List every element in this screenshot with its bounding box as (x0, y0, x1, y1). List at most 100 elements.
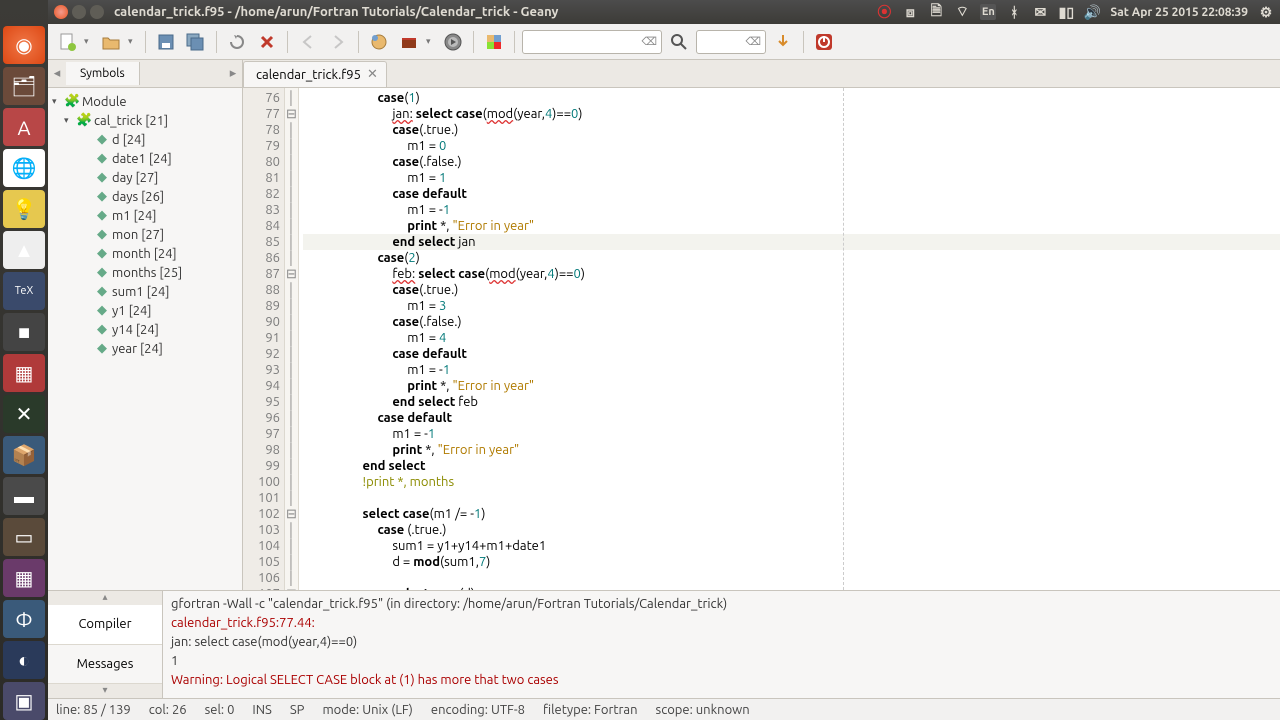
goto-input[interactable]: ⌫ (696, 30, 766, 54)
wifi-icon[interactable]: ⌔ (954, 4, 970, 20)
color-button[interactable] (481, 29, 507, 55)
dropdown-icon[interactable]: ▾ (128, 36, 138, 47)
app-icon-2[interactable]: ▦ (3, 354, 45, 392)
close-tab-icon[interactable]: ✕ (367, 67, 378, 82)
code-editor[interactable]: 7677787980818283848586878889909192939495… (243, 88, 1280, 590)
status-filetype: filetype: Fortran (543, 703, 638, 717)
new-file-button[interactable] (54, 29, 80, 55)
console: ▴ Compiler Messages ▾ gfortran -Wall -c … (48, 590, 1280, 698)
tab-symbols[interactable]: Symbols (66, 62, 140, 85)
app-icon[interactable]: ■ (3, 313, 45, 351)
fold-column[interactable]: │⊟│││││││││⊟││││││││││││││⊟││││⊟ (285, 88, 299, 590)
tree-item[interactable]: ◆m1 [24] (48, 206, 242, 225)
clock[interactable]: Sat Apr 25 2015 22:08:39 (1110, 6, 1248, 19)
tree-item[interactable]: ◆year [24] (48, 339, 242, 358)
status-mode: mode: Unix (LF) (322, 703, 412, 717)
nav-back-button[interactable] (295, 29, 321, 55)
bluetooth-icon[interactable]: ᚼ (1006, 4, 1022, 20)
save-button[interactable] (153, 29, 179, 55)
console-output[interactable]: gfortran -Wall -c "calendar_trick.f95" (… (163, 591, 1280, 698)
tree-module[interactable]: ▾🧩Module (48, 92, 242, 111)
tree-item[interactable]: ◆y1 [24] (48, 301, 242, 320)
clear-icon[interactable]: ⌫ (745, 35, 761, 48)
volume-icon[interactable]: 🔊 (1084, 4, 1100, 20)
open-file-button[interactable] (98, 29, 124, 55)
phi-icon[interactable]: Φ (3, 600, 45, 638)
line-gutter: 7677787980818283848586878889909192939495… (243, 88, 285, 590)
chrome-icon[interactable]: 🌐 (3, 149, 45, 187)
search-input[interactable]: ⌫ (522, 30, 662, 54)
search-button[interactable] (666, 29, 692, 55)
file-tab-label: calendar_trick.f95 (256, 68, 361, 82)
app-icon-6[interactable]: ◐ (3, 641, 45, 679)
reload-button[interactable] (224, 29, 250, 55)
dropdown-icon[interactable]: ▾ (84, 36, 94, 47)
gear-icon[interactable]: ⚙ (1258, 4, 1274, 20)
lang-indicator[interactable]: En (980, 4, 996, 20)
files-icon[interactable]: 🗂 (3, 67, 45, 105)
statusbar: line: 85 / 139 col: 26 sel: 0 INS SP mod… (48, 698, 1280, 720)
status-sp[interactable]: SP (290, 703, 305, 717)
status-enc: encoding: UTF-8 (431, 703, 525, 717)
goto-button[interactable] (770, 29, 796, 55)
close-icon[interactable] (54, 5, 68, 19)
app-icon-5[interactable]: ▭ (3, 518, 45, 556)
file-tabs: calendar_trick.f95 ✕ (243, 60, 1280, 88)
dash-icon[interactable]: ◉ (3, 26, 45, 64)
console-scroll-up[interactable]: ▴ (48, 591, 162, 605)
vlc-icon[interactable]: ▲ (3, 231, 45, 269)
minimize-icon[interactable] (72, 5, 86, 19)
app-icon-7[interactable]: ▣ (3, 682, 45, 720)
app-icon-3[interactable]: ✕ (3, 395, 45, 433)
tree-item[interactable]: ◆date1 [24] (48, 149, 242, 168)
tree-item[interactable]: ◆month [24] (48, 244, 242, 263)
clear-icon[interactable]: ⌫ (641, 35, 657, 48)
tree-item[interactable]: ◆y14 [24] (48, 320, 242, 339)
file-tab[interactable]: calendar_trick.f95 ✕ (243, 61, 387, 87)
titlebar: calendar_trick.f95 - /home/arun/Fortran … (48, 0, 1280, 24)
sidebar: ◂ Symbols ▸ ▾🧩Module ▾🧩cal_trick [21] ◆d… (48, 60, 243, 590)
close-file-button[interactable] (254, 29, 280, 55)
tree-item[interactable]: ◆sum1 [24] (48, 282, 242, 301)
tab-scroll-right[interactable]: ▸ (224, 66, 242, 81)
tree-item[interactable]: ◆day [27] (48, 168, 242, 187)
system-tray: ⦿ ⧈ 🗎 ⌔ En ᚼ ✉ ▮▯ 🔊 Sat Apr 25 2015 22:0… (876, 4, 1274, 20)
status-line: line: 85 / 139 (56, 703, 131, 717)
tab-compiler[interactable]: Compiler (48, 605, 162, 645)
status-scope: scope: unknown (656, 703, 750, 717)
run-button[interactable] (440, 29, 466, 55)
nav-forward-button[interactable] (325, 29, 351, 55)
unity-launcher[interactable]: ◉ 🗂 A 🌐 💡 ▲ TeX ■ ▦ ✕ 📦 ▬ ▭ ▦ Φ ◐ ▣ (0, 0, 48, 720)
symbol-tree[interactable]: ▾🧩Module ▾🧩cal_trick [21] ◆d [24]◆date1 … (48, 88, 242, 590)
mail-icon[interactable]: ✉ (1032, 4, 1048, 20)
code-area[interactable]: case(1) jan: select case(mod(year,4)==0)… (299, 88, 1280, 590)
dropdown-icon[interactable]: ▾ (426, 36, 436, 47)
status-col: col: 26 (149, 703, 187, 717)
app-icon-4[interactable]: ▬ (3, 477, 45, 515)
workspace-icon[interactable]: ▦ (3, 559, 45, 597)
quit-button[interactable] (811, 29, 837, 55)
geany-icon[interactable]: 💡 (3, 190, 45, 228)
window-title: calendar_trick.f95 - /home/arun/Fortran … (114, 5, 872, 19)
tree-item[interactable]: ◆days [26] (48, 187, 242, 206)
virtualbox-icon[interactable]: 📦 (3, 436, 45, 474)
doc-icon[interactable]: 🗎 (928, 4, 944, 20)
record-icon[interactable]: ⦿ (876, 4, 892, 20)
build-button[interactable] (396, 29, 422, 55)
tree-item[interactable]: ◆mon [27] (48, 225, 242, 244)
dropbox-icon[interactable]: ⧈ (902, 4, 918, 20)
compile-button[interactable] (366, 29, 392, 55)
tree-item[interactable]: ◆months [25] (48, 263, 242, 282)
terminal-icon[interactable]: A (3, 108, 45, 146)
tree-item[interactable]: ◆d [24] (48, 130, 242, 149)
maximize-icon[interactable] (90, 5, 104, 19)
tab-messages[interactable]: Messages (48, 645, 162, 685)
console-scroll-down[interactable]: ▾ (48, 684, 162, 698)
tab-scroll-left[interactable]: ◂ (48, 66, 66, 81)
tree-item[interactable]: ▾🧩cal_trick [21] (48, 111, 242, 130)
battery-icon[interactable]: ▮▯ (1058, 4, 1074, 20)
tex-icon[interactable]: TeX (3, 272, 45, 310)
save-all-button[interactable] (183, 29, 209, 55)
status-ins[interactable]: INS (252, 703, 271, 717)
status-sel: sel: 0 (205, 703, 235, 717)
